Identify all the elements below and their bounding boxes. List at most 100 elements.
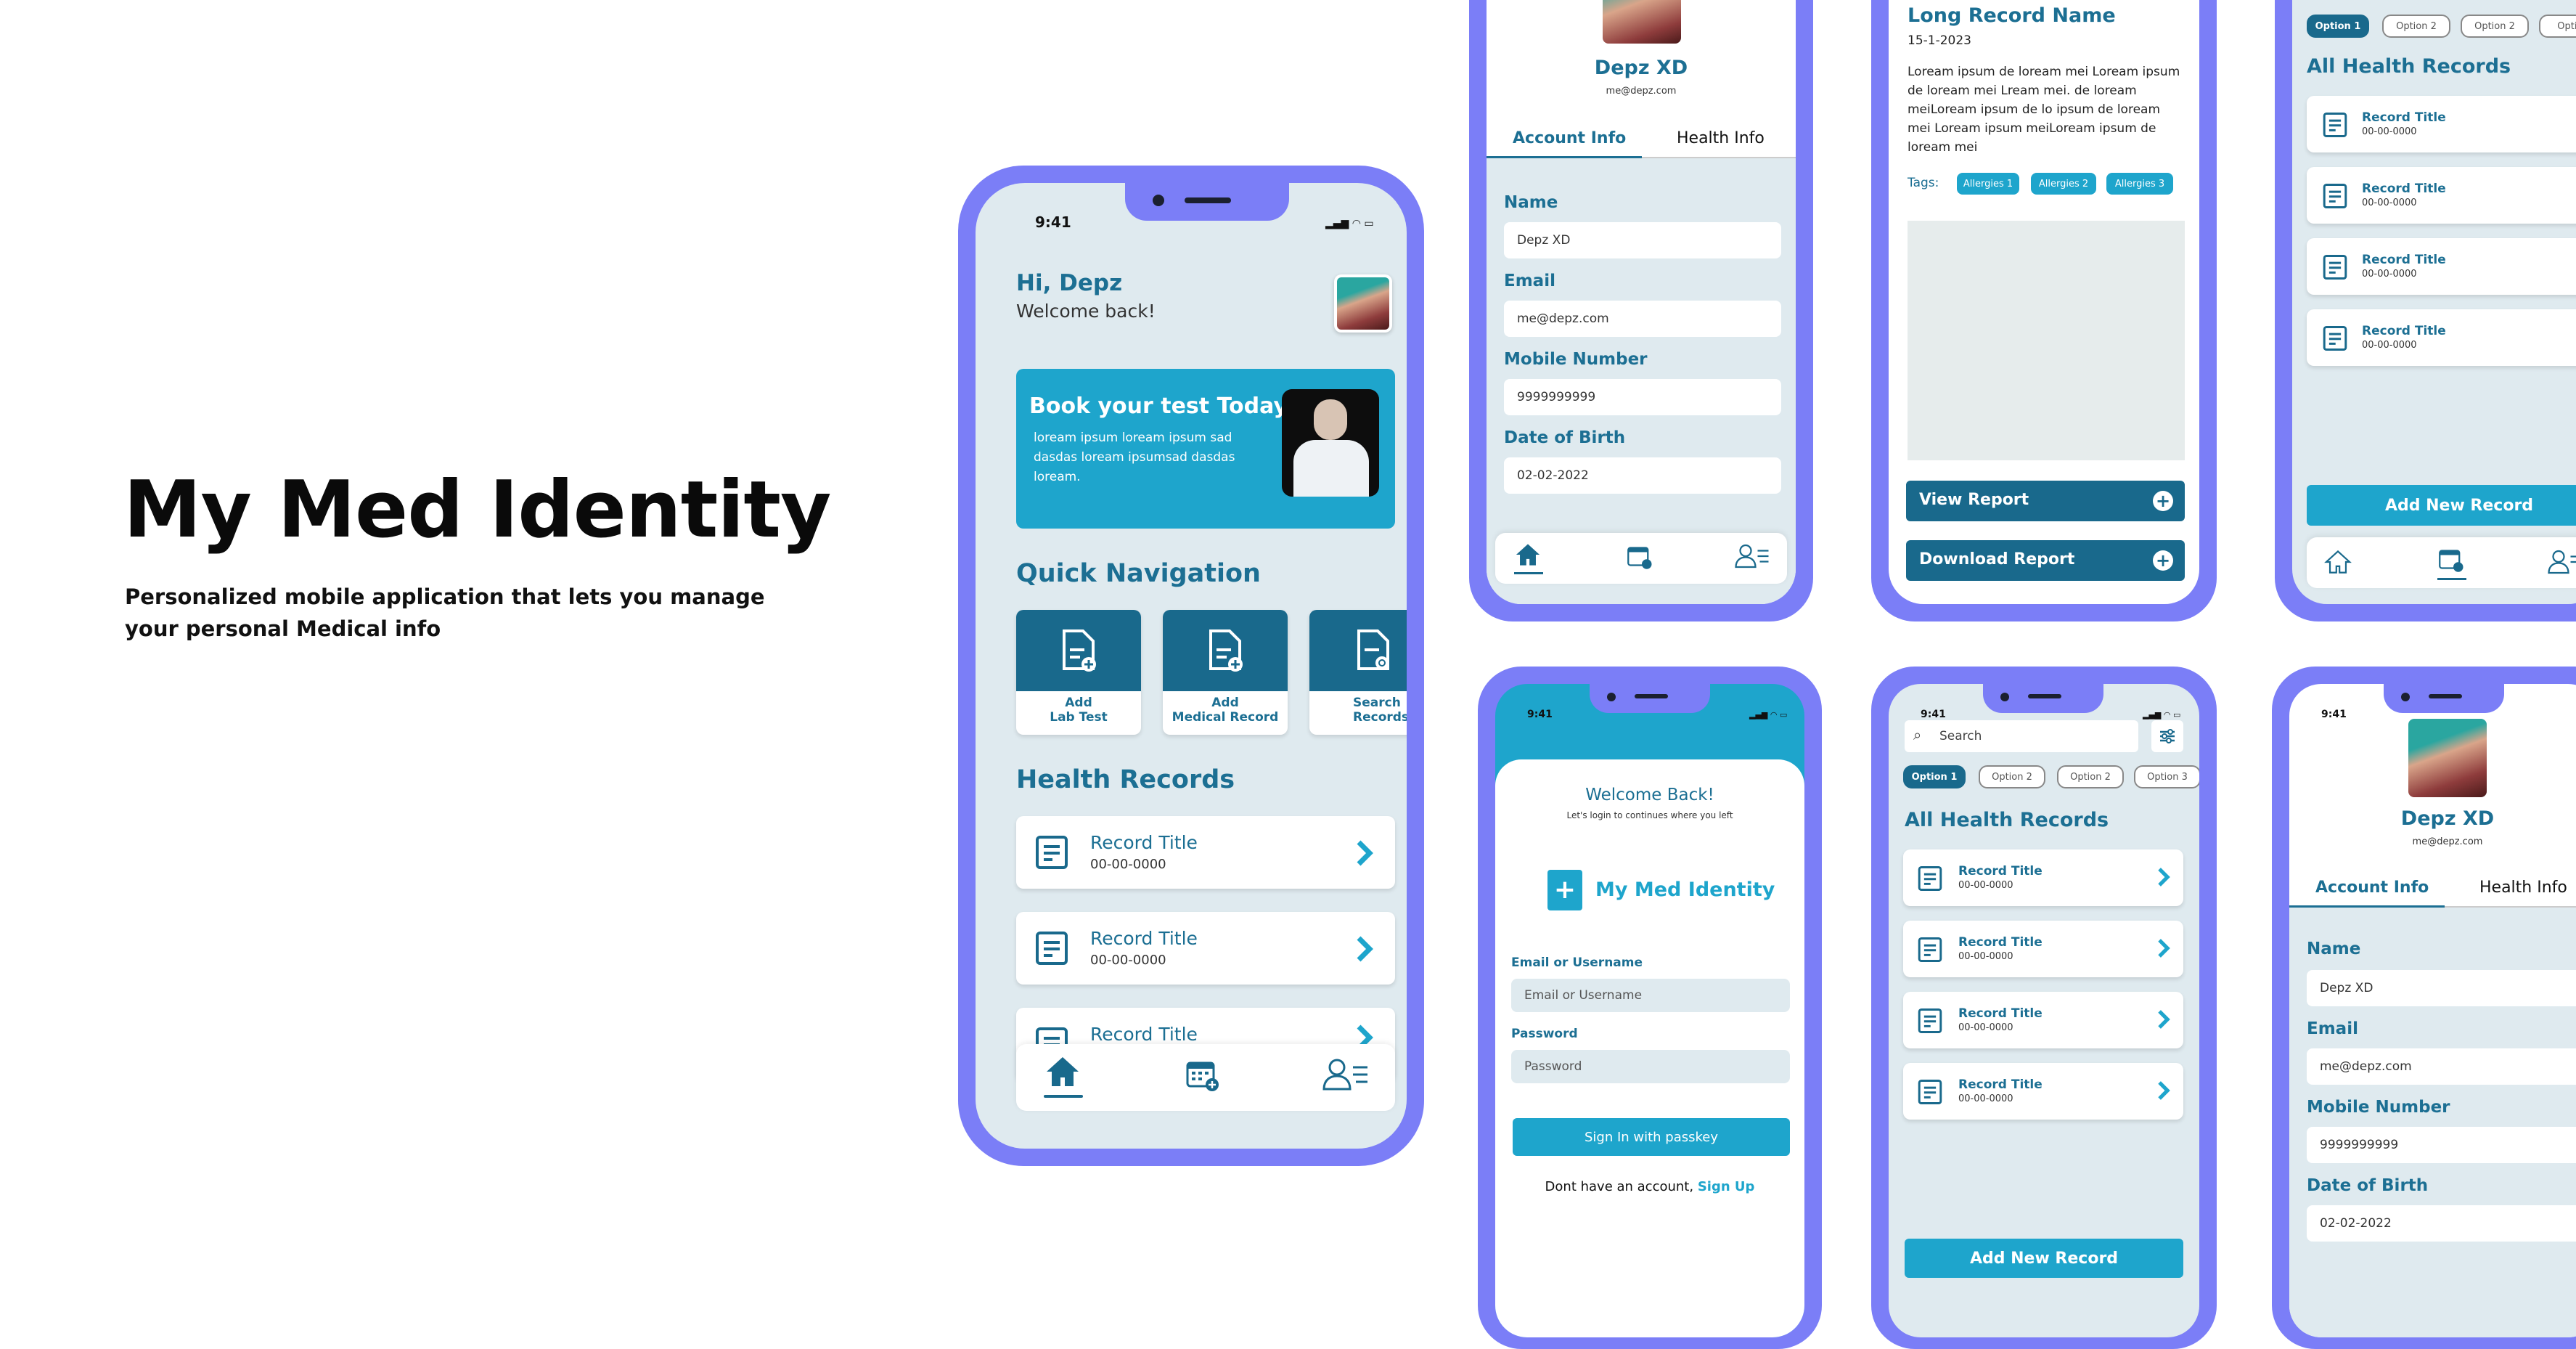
profile-name: Depz XD — [1594, 57, 1688, 79]
user-list-icon[interactable] — [1322, 1057, 1369, 1092]
quick-nav-add-lab[interactable]: Add Lab Test — [1016, 610, 1141, 735]
document-icon — [2323, 255, 2347, 280]
record-card[interactable]: Record Title 00-00-0000 — [1016, 912, 1395, 985]
user-label: Email or Username — [1511, 955, 1643, 970]
filter-option-3[interactable]: Option 2 — [2461, 15, 2529, 38]
login-welcome: Welcome Back! — [1585, 786, 1714, 804]
record-title: Record Title — [1958, 1077, 2043, 1092]
record-title: Record Title — [2362, 110, 2446, 125]
email-field[interactable]: me@depz.com — [2307, 1048, 2576, 1085]
search-icon: ⌕ — [1913, 726, 1922, 743]
home-icon[interactable] — [1044, 1054, 1081, 1089]
home-icon[interactable] — [2324, 549, 2352, 575]
filter-option-2[interactable]: Option 2 — [2382, 15, 2450, 38]
tag-chip[interactable]: Allergies 1 — [1957, 173, 2019, 195]
calendar-add-icon[interactable] — [1626, 545, 1653, 571]
dob-field[interactable]: 02-02-2022 — [1504, 457, 1781, 494]
document-icon — [1918, 866, 1942, 891]
password-input[interactable]: Password — [1511, 1050, 1790, 1083]
dob-field[interactable]: 02-02-2022 — [2307, 1205, 2576, 1242]
quick-nav-search[interactable]: Search Records — [1309, 610, 1407, 735]
doctor-image — [1282, 389, 1379, 497]
record-card[interactable]: Record Title 00-00-0000 — [2307, 96, 2576, 152]
avatar[interactable] — [1603, 0, 1681, 44]
record-card[interactable]: Record Title 00-00-0000 — [1903, 849, 2183, 906]
quick-nav-add-medical[interactable]: Add Medical Record — [1163, 610, 1288, 735]
filter-option-4[interactable]: Option 3 — [2134, 765, 2199, 788]
document-icon — [1918, 1008, 1942, 1033]
record-date: 00-00-0000 — [1090, 953, 1166, 968]
record-card[interactable]: Record Title 00-00-0000 — [2307, 238, 2576, 295]
field-label-name: Name — [1504, 193, 1558, 212]
profile-email: me@depz.com — [2412, 836, 2483, 847]
all-records-title: All Health Records — [1905, 809, 2109, 831]
brand-logo-icon: + — [1547, 870, 1582, 910]
search-input[interactable]: ⌕ Search — [1905, 720, 2138, 752]
status-time: 9:41 — [1921, 709, 1946, 720]
record-card[interactable]: Record Title 00-00-0000 — [2307, 309, 2576, 366]
status-icons: ▂▄▆ ◠ ▭ — [2143, 710, 2181, 720]
record-card[interactable]: Record Title 00-00-0000 — [1903, 1063, 2183, 1120]
filter-button[interactable] — [2151, 720, 2183, 752]
view-report-label: View Report — [1919, 491, 2029, 509]
filter-option-1[interactable]: Option 1 — [2307, 15, 2369, 38]
name-field[interactable]: Depz XD — [2307, 970, 2576, 1006]
record-title: Record Title — [1090, 1024, 1198, 1045]
document-icon — [1036, 932, 1068, 965]
phone-profile-bottom: 9:41 Depz XD me@depz.com Account Info He… — [2272, 667, 2576, 1349]
add-new-record-button[interactable]: Add New Record — [2307, 485, 2576, 526]
signup-row: Dont have an account, Sign Up — [1495, 1179, 1804, 1194]
user-list-icon[interactable] — [1735, 543, 1770, 569]
filter-option-2[interactable]: Option 2 — [1979, 765, 2045, 788]
view-report-button[interactable]: View Report + — [1906, 481, 2185, 521]
mobile-field[interactable]: 9999999999 — [1504, 379, 1781, 415]
hero-subtitle: Personalized mobile application that let… — [125, 584, 765, 641]
bottom-nav — [1495, 533, 1787, 584]
record-card[interactable]: Record Title 00-00-0000 — [2307, 167, 2576, 224]
username-input[interactable]: Email or Username — [1511, 979, 1790, 1012]
tab-health-info[interactable]: Health Info — [2479, 879, 2567, 897]
signup-link[interactable]: Sign Up — [1698, 1179, 1755, 1194]
avatar[interactable] — [2408, 719, 2487, 797]
quick-nav-line2: Lab Test — [1050, 710, 1108, 725]
phone-home: 9:41 ▂▄▆ ◠ ▭ Hi, Depz Welcome back! Book… — [958, 166, 1424, 1166]
file-search-icon — [1357, 629, 1389, 670]
calendar-active-indicator — [2437, 578, 2466, 580]
tab-account-info[interactable]: Account Info — [2315, 879, 2429, 897]
calendar-add-icon[interactable] — [2437, 547, 2465, 574]
banner-card[interactable]: Book your test Today! loream ipsum lorea… — [1016, 369, 1395, 529]
tab-account-info[interactable]: Account Info — [1513, 129, 1626, 147]
record-title: Record Title — [2362, 182, 2446, 196]
chevron-right-icon — [1357, 936, 1373, 962]
phone-records-bottom: 9:41 ▂▄▆ ◠ ▭ ⌕ Search Option 1 Option 2 … — [1871, 667, 2217, 1349]
download-report-button[interactable]: Download Report + — [1906, 540, 2185, 581]
record-date: 00-00-0000 — [1958, 951, 2013, 962]
record-card[interactable]: Record Title 00-00-0000 — [1903, 992, 2183, 1048]
status-time: 9:41 — [1527, 709, 1553, 720]
tag-chip[interactable]: Allergies 3 — [2106, 173, 2173, 195]
login-screen: 9:41 ▂▄▆ ◠ ▭ Welcome Back! Let's login t… — [1495, 684, 1804, 1337]
email-field[interactable]: me@depz.com — [1504, 301, 1781, 337]
record-card[interactable]: Record Title 00-00-0000 — [1016, 816, 1395, 889]
filter-option-3[interactable]: Option 2 — [2057, 765, 2124, 788]
document-icon — [2323, 184, 2347, 208]
signin-passkey-button[interactable]: Sign In with passkey — [1513, 1118, 1790, 1156]
document-icon — [2323, 113, 2347, 137]
hero-title: My Med Identity — [123, 465, 831, 555]
tab-health-info[interactable]: Health Info — [1677, 129, 1765, 147]
name-field[interactable]: Depz XD — [1504, 222, 1781, 258]
welcome-text: Welcome back! — [1016, 301, 1156, 322]
record-card[interactable]: Record Title 00-00-0000 — [1903, 921, 2183, 977]
filter-option-1[interactable]: Option 1 — [1903, 765, 1966, 788]
record-date: 00-00-0000 — [2362, 197, 2417, 208]
phone-records-top: Option 1 Option 2 Option 2 Option All He… — [2275, 0, 2576, 621]
mobile-field[interactable]: 9999999999 — [2307, 1127, 2576, 1163]
tag-chip[interactable]: Allergies 2 — [2031, 173, 2096, 195]
quick-nav-line1: Search — [1353, 696, 1401, 710]
add-new-record-button[interactable]: Add New Record — [1905, 1239, 2183, 1278]
user-list-icon[interactable] — [2548, 549, 2576, 575]
avatar[interactable] — [1334, 274, 1392, 333]
home-icon[interactable] — [1514, 542, 1542, 568]
calendar-add-icon[interactable] — [1185, 1059, 1221, 1093]
filter-option-4[interactable]: Option — [2539, 15, 2576, 38]
